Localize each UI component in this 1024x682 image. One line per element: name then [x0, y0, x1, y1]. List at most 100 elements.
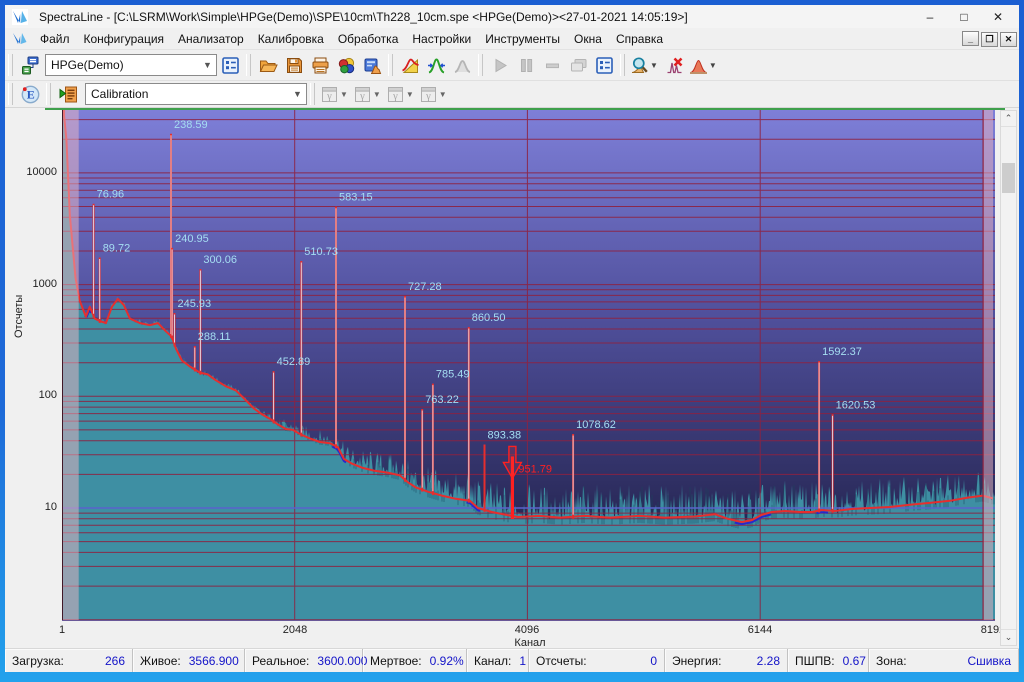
detector-properties-button[interactable] [217, 53, 243, 78]
acquisition-settings-button[interactable] [591, 53, 617, 78]
peak-label: 1620.53 [836, 399, 876, 411]
dropdown-caret-icon[interactable]: ▼ [649, 61, 661, 70]
status-пшпв: ПШПВ:0.67 [788, 649, 869, 672]
detector-combo[interactable]: HPGe(Demo)▼ [45, 54, 217, 76]
close-button[interactable]: ✕ [981, 6, 1015, 27]
menu-обработка[interactable]: Обработка [331, 29, 406, 49]
dropdown-caret-icon[interactable]: ▼ [438, 90, 450, 99]
peak-fit-icon [453, 56, 472, 75]
maximize-button[interactable]: □ [947, 6, 981, 27]
vertical-scrollbar[interactable]: ⌃ ⌄ [1000, 110, 1017, 646]
acquisition-list-icon [595, 56, 614, 75]
start-icon [491, 56, 510, 75]
svg-text:E: E [26, 87, 34, 101]
menu-bar: ФайлКонфигурацияАнализаторКалибровкаОбра… [5, 28, 1019, 50]
menu-настройки[interactable]: Настройки [405, 29, 478, 49]
x-tick-label: 2048 [283, 624, 307, 636]
zoom-peak-icon [630, 56, 649, 75]
dropdown-caret-icon[interactable]: ▼ [339, 90, 351, 99]
toolbar-grip [8, 54, 13, 76]
save-icon [285, 56, 304, 75]
toolbar-grip [310, 83, 315, 105]
chevron-down-icon[interactable]: ▼ [199, 60, 216, 70]
peak-view-icon [689, 56, 708, 75]
toolbar-grip [478, 54, 483, 76]
menu-справка[interactable]: Справка [609, 29, 670, 49]
application-window: SpectraLine - [C:\LSRM\Work\Simple\HPGe(… [5, 5, 1019, 672]
gamma-window-icon: γ [419, 85, 438, 104]
peak-label: 288.11 [198, 331, 231, 343]
status-живое: Живое:3566.900 [133, 649, 245, 672]
peak-label: 785.49 [436, 369, 470, 381]
peak-view-button[interactable]: ▼ [688, 53, 721, 78]
task-combo-value: Calibration [86, 87, 289, 101]
detector-config-icon [21, 56, 40, 75]
calibration-button[interactable] [397, 53, 423, 78]
peak-search-button[interactable] [423, 53, 449, 78]
minimize-button[interactable]: – [913, 6, 947, 27]
toolbar-grip [8, 83, 13, 105]
svg-text:γ: γ [326, 91, 332, 102]
scroll-down-icon[interactable]: ⌄ [1001, 629, 1016, 645]
nuclides-button[interactable] [333, 53, 359, 78]
energy-icon: E [21, 85, 40, 104]
dropdown-caret-icon[interactable]: ▼ [405, 90, 417, 99]
peak-search-icon [427, 56, 446, 75]
calibration-icon [401, 56, 420, 75]
zoom-button[interactable]: ▼ [629, 53, 662, 78]
peak-label: 240.95 [175, 233, 209, 245]
gamma-window-icon: γ [320, 85, 339, 104]
main-toolbar: HPGe(Demo)▼▼▼ [5, 50, 1019, 81]
peak-label: 76.96 [97, 189, 125, 201]
tasks-toolbar: ECalibration▼γ▼γ▼γ▼γ▼ [5, 81, 1019, 108]
document-icon [11, 31, 29, 47]
mdi-minimize-button[interactable]: _ [962, 31, 979, 46]
run-task-button[interactable] [55, 82, 81, 107]
title-bar: SpectraLine - [C:\LSRM\Work\Simple\HPGe(… [5, 5, 1019, 28]
menu-анализатор[interactable]: Анализатор [171, 29, 251, 49]
peak-delete-button[interactable] [662, 53, 688, 78]
chevron-down-icon[interactable]: ▼ [289, 89, 306, 99]
peak-label: 893.38 [488, 430, 522, 442]
x-tick-label: 1 [59, 624, 65, 636]
y-tick-label: 1000 [5, 278, 57, 290]
peak-label: 300.06 [203, 254, 237, 266]
menu-калибровка[interactable]: Калибровка [251, 29, 331, 49]
menu-файл[interactable]: Файл [33, 29, 77, 49]
spectrum-plot[interactable]: 76.9689.72238.59240.95245.93288.11300.06… [62, 110, 995, 621]
status-label: ПШПВ: [795, 654, 835, 668]
mdi-restore-button[interactable]: ❐ [981, 32, 998, 47]
print-icon [311, 56, 330, 75]
print-button[interactable] [307, 53, 333, 78]
open-button[interactable] [255, 53, 281, 78]
menu-конфигурация[interactable]: Конфигурация [77, 29, 172, 49]
status-label: Зона: [876, 654, 907, 668]
detector-config-button[interactable] [17, 53, 43, 78]
gamma-window-button-1: γ▼ [319, 82, 352, 107]
y-tick-label: 100 [5, 389, 57, 401]
status-label: Загрузка: [12, 654, 64, 668]
peak-label: 238.59 [174, 119, 208, 131]
pause-icon [517, 56, 536, 75]
status-value: 266 [105, 654, 125, 668]
peak-label: 1078.62 [576, 419, 616, 431]
dropdown-caret-icon[interactable]: ▼ [708, 61, 720, 70]
stop-icon [543, 56, 562, 75]
spectrum-info-button[interactable] [359, 53, 385, 78]
scrollbar-thumb[interactable] [1002, 163, 1015, 193]
menu-окна[interactable]: Окна [567, 29, 609, 49]
peak-delete-icon [665, 56, 684, 75]
menu-инструменты[interactable]: Инструменты [478, 29, 567, 49]
scroll-up-icon[interactable]: ⌃ [1001, 111, 1016, 127]
dropdown-caret-icon[interactable]: ▼ [372, 90, 384, 99]
status-реальное: Реальное:3600.000 [245, 649, 363, 672]
peak-label: 583.15 [339, 192, 373, 204]
x-tick-label: 4096 [515, 624, 539, 636]
toolbar-grip [46, 83, 51, 105]
mdi-close-button[interactable]: ✕ [1000, 32, 1017, 47]
status-value: 1 [519, 654, 526, 668]
energy-button[interactable]: E [17, 82, 43, 107]
status-value: 0.92% [430, 654, 464, 668]
save-button[interactable] [281, 53, 307, 78]
task-combo[interactable]: Calibration▼ [85, 83, 307, 105]
